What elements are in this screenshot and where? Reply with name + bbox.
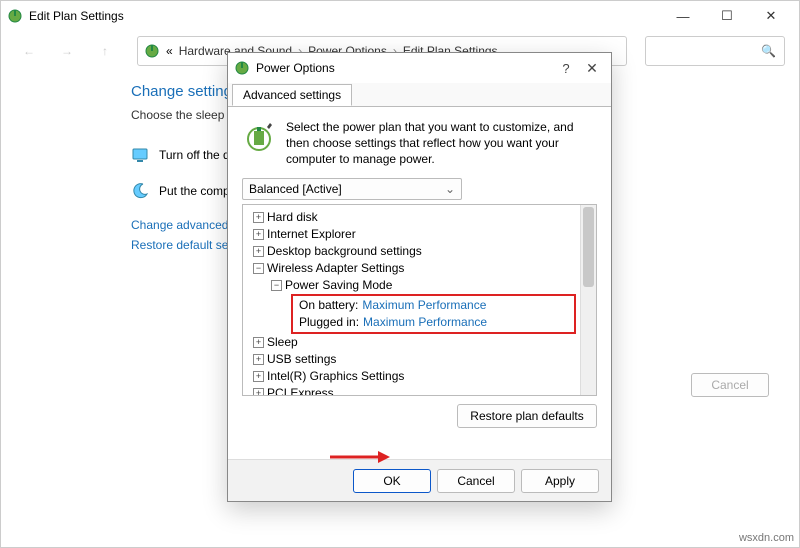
cancel-button[interactable]: Cancel: [437, 469, 515, 493]
highlight-annotation: On battery: Maximum Performance Plugged …: [291, 294, 576, 334]
tree-item-intel-graphics[interactable]: +Intel(R) Graphics Settings: [247, 368, 576, 385]
search-input[interactable]: 🔍: [645, 36, 785, 66]
tab-advanced-settings[interactable]: Advanced settings: [232, 84, 352, 106]
tree-content: +Hard disk +Internet Explorer +Desktop b…: [243, 205, 580, 395]
expand-icon[interactable]: +: [253, 212, 264, 223]
dialog-body: Select the power plan that you want to c…: [228, 107, 611, 459]
battery-icon: [242, 119, 276, 153]
tree-item-ie[interactable]: +Internet Explorer: [247, 226, 576, 243]
maximize-button[interactable]: ☐: [705, 1, 749, 31]
power-options-dialog: Power Options ? ✕ Advanced settings Sele…: [227, 52, 612, 502]
tree-leaf-plugged-in[interactable]: Plugged in: Maximum Performance: [295, 314, 572, 331]
dialog-title: Power Options: [256, 61, 553, 75]
sleep-icon: [131, 182, 149, 200]
breadcrumb-sep: «: [166, 44, 173, 58]
settings-tree: +Hard disk +Internet Explorer +Desktop b…: [242, 204, 597, 396]
minimize-button[interactable]: —: [661, 1, 705, 31]
tree-item-wireless-adapter[interactable]: −Wireless Adapter Settings: [247, 260, 576, 277]
expand-icon[interactable]: +: [253, 337, 264, 348]
tree-item-usb[interactable]: +USB settings: [247, 351, 576, 368]
dialog-titlebar: Power Options ? ✕: [228, 53, 611, 83]
parent-button-row: Cancel: [691, 373, 769, 397]
expand-icon[interactable]: +: [253, 246, 264, 257]
tree-item-desktop-bg[interactable]: +Desktop background settings: [247, 243, 576, 260]
tree-item-sleep[interactable]: +Sleep: [247, 334, 576, 351]
tree-item-pci-express[interactable]: +PCI Express: [247, 385, 576, 395]
close-button[interactable]: ✕: [749, 1, 793, 31]
parent-titlebar: Edit Plan Settings — ☐ ✕: [1, 1, 799, 31]
tree-item-hard-disk[interactable]: +Hard disk: [247, 209, 576, 226]
power-icon: [144, 43, 160, 59]
back-button[interactable]: ←: [15, 37, 43, 65]
tree-item-power-saving-mode[interactable]: −Power Saving Mode: [247, 277, 576, 294]
restore-row: Restore plan defaults: [242, 404, 597, 428]
dialog-footer: OK Cancel Apply: [228, 459, 611, 501]
dialog-message-row: Select the power plan that you want to c…: [242, 119, 597, 168]
power-icon: [234, 60, 250, 76]
expand-icon[interactable]: +: [253, 354, 264, 365]
watermark: wsxdn.com: [739, 532, 794, 544]
forward-button[interactable]: →: [53, 37, 81, 65]
dialog-close-button[interactable]: ✕: [579, 60, 605, 77]
ok-button[interactable]: OK: [353, 469, 431, 493]
collapse-icon[interactable]: −: [271, 280, 282, 291]
dialog-message: Select the power plan that you want to c…: [286, 119, 597, 168]
cancel-button[interactable]: Cancel: [691, 373, 769, 397]
display-icon: [131, 146, 149, 164]
restore-plan-defaults-button[interactable]: Restore plan defaults: [457, 404, 597, 428]
expand-icon[interactable]: +: [253, 388, 264, 395]
plan-select-value: Balanced [Active]: [249, 182, 342, 196]
parent-title: Edit Plan Settings: [29, 9, 661, 23]
window-buttons: — ☐ ✕: [661, 1, 793, 31]
tree-scrollbar[interactable]: [580, 205, 596, 395]
tab-strip: Advanced settings: [228, 83, 611, 107]
plan-select[interactable]: Balanced [Active] ⌄: [242, 178, 462, 200]
up-button[interactable]: ↑: [91, 37, 119, 65]
expand-icon[interactable]: +: [253, 371, 264, 382]
collapse-icon[interactable]: −: [253, 263, 264, 274]
expand-icon[interactable]: +: [253, 229, 264, 240]
scrollbar-thumb[interactable]: [583, 207, 594, 287]
help-button[interactable]: ?: [553, 61, 579, 76]
apply-button[interactable]: Apply: [521, 469, 599, 493]
tree-leaf-on-battery[interactable]: On battery: Maximum Performance: [295, 297, 572, 314]
power-icon: [7, 8, 23, 24]
chevron-down-icon: ⌄: [445, 182, 455, 196]
search-icon: 🔍: [761, 44, 776, 58]
